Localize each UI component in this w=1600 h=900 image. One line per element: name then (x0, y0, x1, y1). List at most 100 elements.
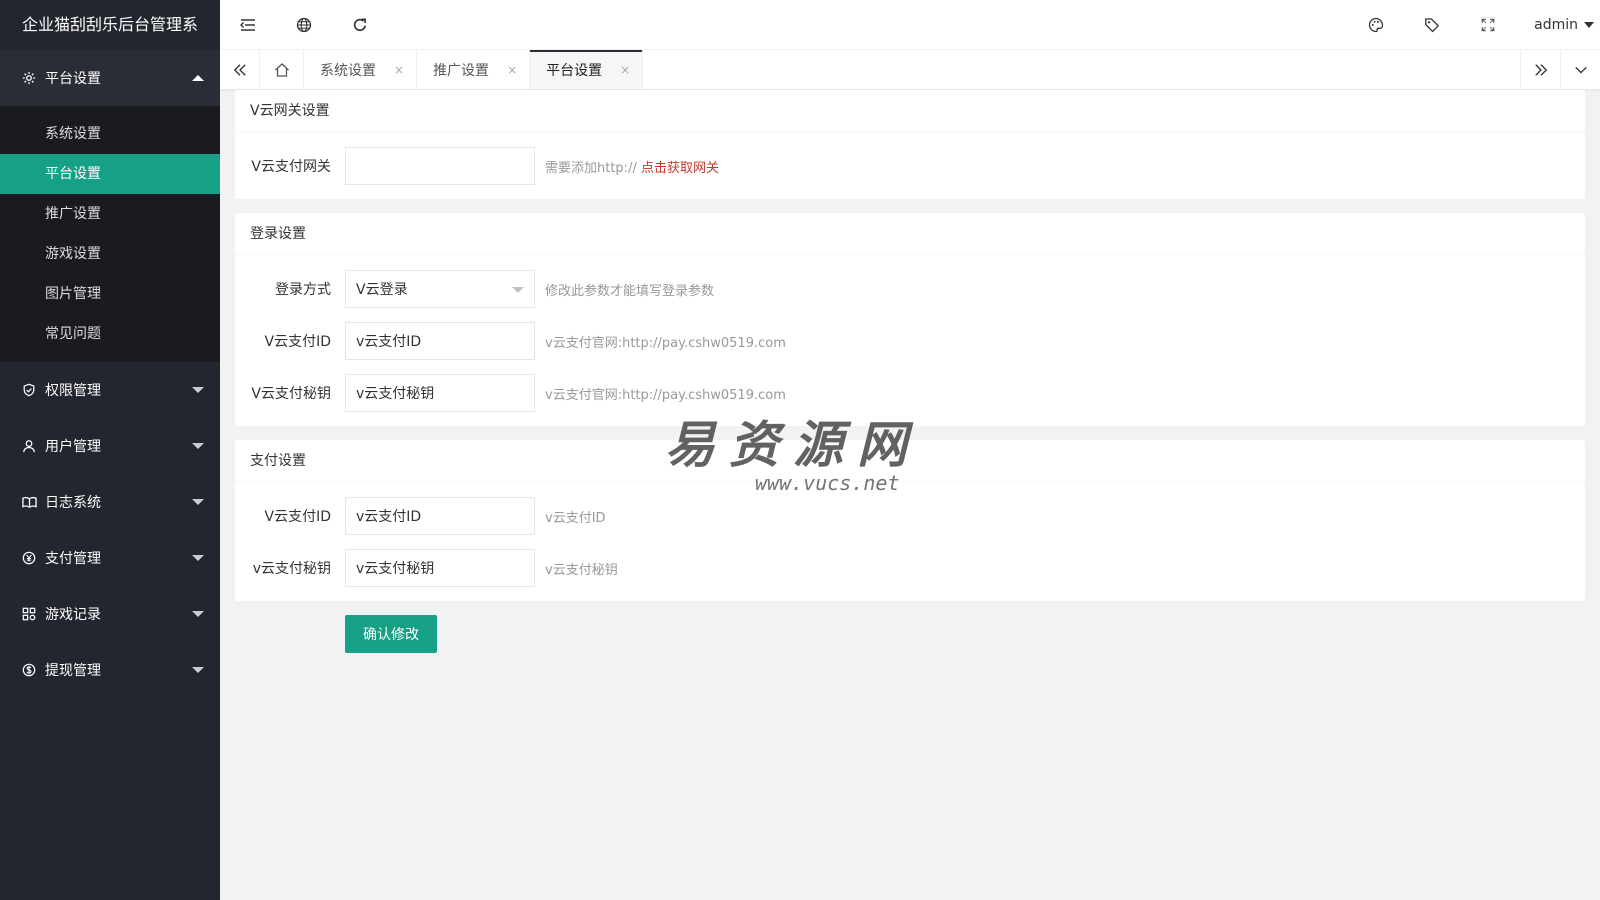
caret-up-icon (192, 75, 204, 81)
gateway-hint-text: 需要添加http:// (545, 160, 637, 176)
apps-icon (20, 605, 38, 623)
tab-bar: 系统设置 × 推广设置 × 平台设置 × (220, 50, 1600, 90)
tab-label: 系统设置 (320, 62, 376, 79)
confirm-button[interactable]: 确认修改 (345, 615, 437, 653)
double-chevron-left-icon (233, 63, 247, 77)
gateway-input[interactable] (345, 147, 535, 185)
book-icon (20, 493, 38, 511)
caret-down-icon (192, 499, 204, 505)
main-content: V云网关设置 V云支付网关 需要添加http:// 点击获取网关 登录设置 登录… (235, 90, 1585, 653)
nav-head-label: 支付管理 (45, 551, 101, 567)
login-id-hint: v云支付官网:http://pay.cshw0519.com (545, 335, 786, 351)
nav-head-permission-management[interactable]: 权限管理 (0, 362, 220, 418)
theme-button[interactable] (1348, 0, 1404, 50)
form-row: 登录方式 V云登录 修改此参数才能填写登录参数 (235, 270, 1585, 308)
payment-id-input[interactable] (345, 497, 535, 535)
login-method-select[interactable]: V云登录 (345, 270, 535, 308)
caret-down-icon (192, 387, 204, 393)
caret-down-icon (192, 667, 204, 673)
palette-icon (1368, 17, 1384, 33)
dollar-icon (20, 661, 38, 679)
home-icon (274, 62, 290, 78)
tag-button[interactable] (1404, 0, 1460, 50)
card-title: 登录设置 (235, 213, 1585, 255)
payment-id-label: V云支付ID (264, 509, 332, 525)
refresh-icon (352, 17, 368, 33)
top-header: admin (220, 0, 1600, 50)
get-gateway-link[interactable]: 点击获取网关 (641, 161, 719, 176)
tab-menu-button[interactable] (1560, 50, 1600, 89)
nav-head-payment-management[interactable]: 支付管理 (0, 530, 220, 586)
user-menu[interactable]: admin (1516, 0, 1600, 50)
card-title: 支付设置 (235, 440, 1585, 482)
app-title: 企业猫刮刮乐后台管理系 (0, 0, 220, 50)
yen-icon (20, 549, 38, 567)
fullscreen-button[interactable] (1460, 0, 1516, 50)
submit-row: 确认修改 (235, 615, 1585, 653)
globe-icon (296, 17, 312, 33)
payment-id-hint: v云支付ID (545, 510, 606, 526)
payment-key-label: v云支付秘钥 (252, 561, 331, 577)
form-row: V云支付ID v云支付官网:http://pay.cshw0519.com (235, 322, 1585, 360)
fullscreen-icon (1481, 18, 1495, 32)
tag-icon (1424, 17, 1440, 33)
nav-head-withdrawal-management[interactable]: 提现管理 (0, 642, 220, 698)
tab-promotion-settings[interactable]: 推广设置 × (417, 50, 531, 89)
sidebar-item-game-settings[interactable]: 游戏设置 (0, 234, 220, 274)
card-body: V云支付网关 需要添加http:// 点击获取网关 (235, 132, 1585, 199)
form-row: V云支付网关 需要添加http:// 点击获取网关 (235, 147, 1585, 185)
sidebar-item-promotion-settings[interactable]: 推广设置 (0, 194, 220, 234)
gear-icon (20, 69, 38, 87)
caret-down-icon (192, 443, 204, 449)
tab-bar-right (1520, 50, 1600, 89)
sidebar-item-image-management[interactable]: 图片管理 (0, 274, 220, 314)
subnav-platform: 系统设置 平台设置 推广设置 游戏设置 图片管理 常见问题 (0, 106, 220, 362)
login-key-input[interactable] (345, 374, 535, 412)
caret-down-icon (512, 287, 524, 293)
login-method-hint: 修改此参数才能填写登录参数 (545, 283, 715, 299)
sidebar-item-faq[interactable]: 常见问题 (0, 314, 220, 354)
login-settings-card: 登录设置 登录方式 V云登录 修改此参数才能填写登录参数 V云支付ID v云支付… (235, 213, 1585, 426)
caret-down-icon (1584, 21, 1594, 28)
sidebar-item-platform-settings[interactable]: 平台设置 (0, 154, 220, 194)
tab-system-settings[interactable]: 系统设置 × (304, 50, 418, 89)
tab-home[interactable] (260, 50, 304, 89)
login-id-input[interactable] (345, 322, 535, 360)
card-title: V云网关设置 (235, 90, 1585, 132)
payment-settings-card: 支付设置 V云支付ID v云支付ID v云支付秘钥 v云支付秘钥 (235, 440, 1585, 601)
tab-label: 平台设置 (546, 62, 603, 79)
nav-head-label: 提现管理 (45, 663, 101, 679)
nav-head-label: 日志系统 (45, 495, 101, 511)
nav-head-label: 平台设置 (45, 71, 101, 87)
payment-key-input[interactable] (345, 549, 535, 587)
tab-scroll-left-button[interactable] (220, 50, 260, 89)
nav-head-user-management[interactable]: 用户管理 (0, 418, 220, 474)
nav-head-label: 权限管理 (45, 383, 101, 399)
form-row: v云支付秘钥 v云支付秘钥 (235, 549, 1585, 587)
caret-down-icon (192, 611, 204, 617)
gateway-field-label: V云支付网关 (251, 159, 331, 175)
menu-toggle-button[interactable] (220, 0, 276, 50)
sidebar-item-system-settings[interactable]: 系统设置 (0, 114, 220, 154)
nav-head-platform-settings[interactable]: 平台设置 (0, 50, 220, 106)
nav-head-label: 游戏记录 (45, 607, 101, 623)
tab-scroll-right-button[interactable] (1520, 50, 1560, 89)
close-icon[interactable]: × (620, 63, 630, 77)
nav-head-game-records[interactable]: 游戏记录 (0, 586, 220, 642)
nav-head-log-system[interactable]: 日志系统 (0, 474, 220, 530)
payment-key-hint: v云支付秘钥 (545, 562, 618, 578)
nav-head-label: 用户管理 (45, 439, 101, 455)
login-key-label: V云支付秘钥 (251, 386, 331, 402)
close-icon[interactable]: × (394, 63, 404, 77)
login-id-label: V云支付ID (264, 334, 332, 350)
refresh-button[interactable] (332, 0, 388, 50)
nav-group-platform: 平台设置 系统设置 平台设置 推广设置 游戏设置 图片管理 常见问题 (0, 50, 220, 362)
gateway-settings-card: V云网关设置 V云支付网关 需要添加http:// 点击获取网关 (235, 90, 1585, 199)
gateway-hint: 需要添加http:// 点击获取网关 (545, 157, 719, 176)
website-button[interactable] (276, 0, 332, 50)
user-name: admin (1534, 16, 1578, 33)
login-method-value: V云登录 (356, 282, 408, 298)
close-icon[interactable]: × (507, 63, 517, 77)
card-body: V云支付ID v云支付ID v云支付秘钥 v云支付秘钥 (235, 482, 1585, 601)
tab-platform-settings[interactable]: 平台设置 × (530, 50, 644, 89)
